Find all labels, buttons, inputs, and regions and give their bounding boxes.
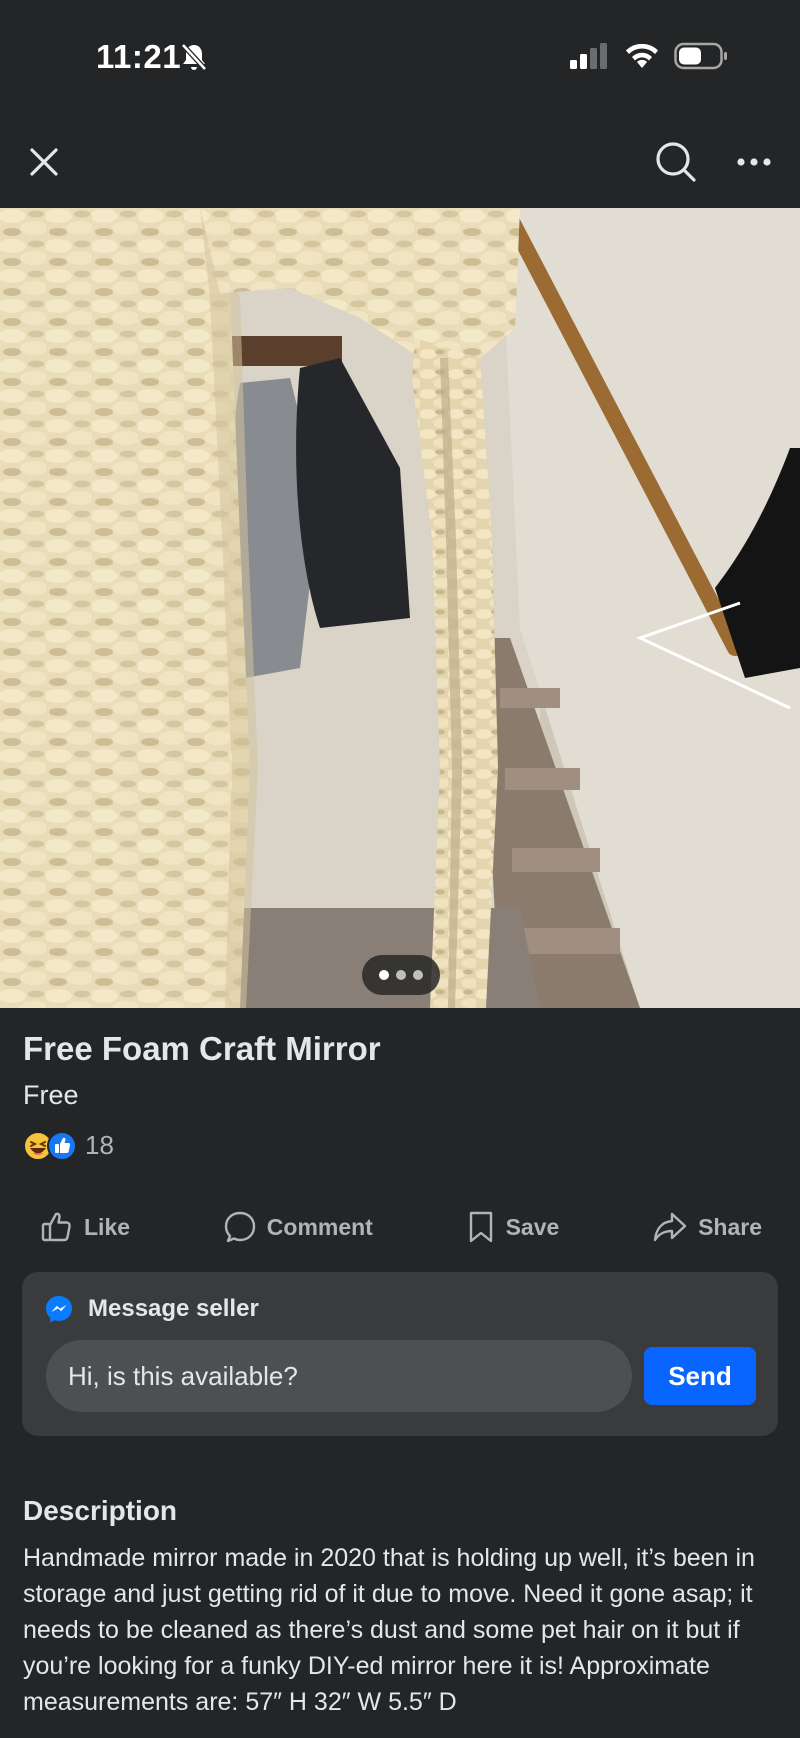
comment-button[interactable]: Comment [223,1195,373,1259]
pager-dot [396,970,406,980]
reactions-summary[interactable]: 18 [23,1130,114,1161]
description-text: Handmade mirror made in 2020 that is hol… [23,1544,755,1716]
search-icon [656,142,696,182]
search-button[interactable] [652,138,700,186]
save-button[interactable]: Save [466,1195,560,1259]
close-icon [30,148,58,176]
message-seller-card: Message seller Hi, is this available? Se… [22,1272,778,1436]
share-label: Share [698,1213,762,1240]
description-heading: Description [23,1495,178,1526]
save-label: Save [505,1213,560,1240]
comment-icon [224,1211,255,1243]
top-nav [0,120,800,208]
photo-pager[interactable] [362,955,440,995]
message-seller-label: Message seller [88,1295,259,1322]
like-icon [47,1130,77,1161]
send-button[interactable]: Send [644,1347,756,1405]
status-time: 11:21 [96,38,182,75]
comment-label: Comment [266,1213,373,1240]
listing-title: Free Foam Craft Mirror [23,1030,381,1067]
messenger-icon [46,1296,72,1323]
action-bar: Like Comment Save Share [0,1195,800,1259]
bookmark-icon [469,1211,492,1243]
message-input[interactable]: Hi, is this available? [46,1340,632,1412]
like-label: Like [84,1213,131,1240]
pager-dot [379,970,389,980]
mirror-photo-illustration [0,208,800,1008]
listing-price: Free [23,1080,79,1110]
signal-icon [570,43,607,69]
pager-dot [413,970,423,980]
message-seller-header: Message seller [44,1294,259,1324]
bell-slash-icon [181,43,207,71]
close-button[interactable] [22,140,66,184]
like-button[interactable]: Like [40,1195,130,1259]
share-button[interactable]: Share [652,1195,762,1259]
more-options-button[interactable] [730,138,778,186]
wifi-icon [626,43,658,68]
listing-photo[interactable] [0,208,800,1008]
status-bar: 11:21 [0,0,800,120]
reaction-count: 18 [85,1130,114,1160]
more-icon [737,158,771,166]
thumbs-up-icon [41,1212,71,1242]
share-icon [653,1212,687,1242]
battery-icon [674,42,727,70]
